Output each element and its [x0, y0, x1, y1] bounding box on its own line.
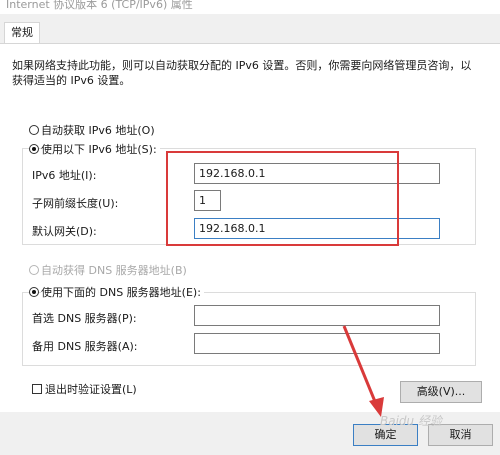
annotation-arrow-icon	[342, 325, 384, 417]
